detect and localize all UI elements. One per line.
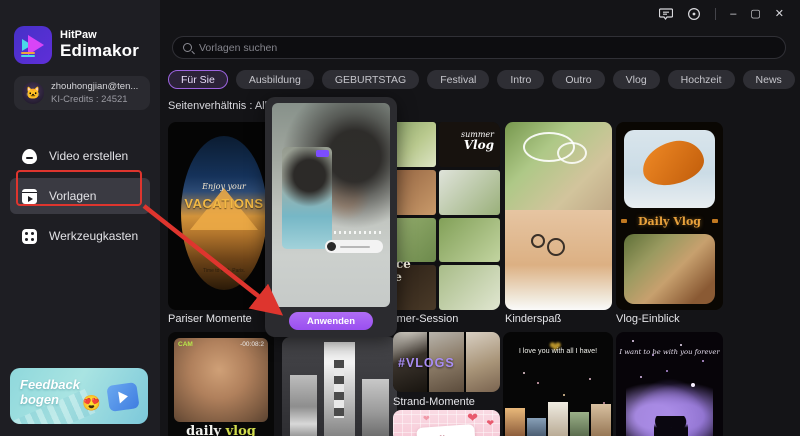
template-thumbnail: [174, 338, 268, 422]
template-thumbnail: [624, 130, 715, 208]
thumb-text: Enjoy your: [202, 182, 246, 191]
tab-festival[interactable]: Festival: [427, 70, 490, 89]
video-create-icon: [22, 148, 37, 164]
tab-hochzeit[interactable]: Hochzeit: [667, 70, 735, 89]
close-button[interactable]: ✕: [775, 8, 784, 20]
template-label-vlog-einblick: Vlog-Einblick: [616, 313, 680, 325]
minimize-button[interactable]: –: [730, 8, 736, 20]
thumb-text: -00:08:2: [240, 341, 264, 348]
avatar: 🐱: [22, 82, 44, 104]
feedback-banner-text: Feedback bogen: [20, 377, 80, 407]
thumb-text: summer Vlog: [461, 130, 494, 152]
tab-ausbildung[interactable]: Ausbildung: [235, 70, 314, 89]
music-disc-icon: [327, 242, 336, 251]
main-content: – ▢ ✕ Für Sie Ausbildung GEBURTSTAG Fest…: [160, 0, 800, 436]
template-card-i-love-you[interactable]: ❤ I love you with all I have!: [503, 332, 613, 436]
heart-icon: ❤: [423, 414, 430, 423]
template-card-rosa-herzen[interactable]: ❤ ❤ ❤ You: [393, 410, 500, 436]
template-preview-popup: Anwenden: [265, 97, 397, 337]
sidebar-item-label: Video erstellen: [49, 149, 129, 163]
thumb-text: Daily Vlog: [638, 215, 701, 228]
sidebar-item-label: Werkzeugkasten: [49, 229, 139, 243]
apply-button[interactable]: Anwenden: [289, 312, 373, 330]
thumb-text: Time to visit, Paris.: [202, 268, 246, 274]
lighthouse-photo: [334, 360, 344, 418]
thumb-text: You: [416, 424, 476, 436]
thumb-text: CAM: [178, 341, 193, 348]
brand: HitPaw Edimakor: [0, 0, 160, 64]
app-window: HitPaw Edimakor 🐱 zhouhongjian@ten... KI…: [0, 0, 800, 436]
tab-geburtstag[interactable]: GEBURTSTAG: [321, 70, 420, 89]
thumb-text: #VLOGS: [398, 356, 455, 370]
window-titlebar: – ▢ ✕: [160, 0, 800, 28]
tab-vlog[interactable]: Vlog: [612, 70, 660, 89]
sidebar-item-video-erstellen[interactable]: Video erstellen: [10, 138, 150, 174]
app-logo-icon: [14, 26, 52, 64]
template-card-daily-vlog[interactable]: CAM -00:08:2 daily vlog: [168, 332, 274, 436]
thumb-text: daily vlog: [186, 424, 256, 436]
search-icon: [183, 43, 192, 52]
template-card-vlog-einblick[interactable]: Daily Vlog: [616, 122, 723, 310]
heart-eyes-emoji-icon: 😍: [82, 395, 101, 412]
preview-inset-clip: [282, 147, 332, 249]
toolbox-icon: [22, 228, 37, 244]
template-card-pariser-momente[interactable]: Enjoy your VACATIONS Time to visit, Pari…: [168, 122, 280, 310]
tab-fuer-sie[interactable]: Für Sie: [168, 70, 228, 89]
template-label-strand: Strand-Momente: [393, 396, 475, 408]
audio-waveform: [334, 231, 382, 234]
music-bar: [325, 240, 383, 253]
couple-silhouette: [654, 416, 688, 436]
titlebar-separator: [715, 8, 717, 20]
aspect-ratio-label: Seitenverhältnis : Alle: [168, 100, 274, 112]
category-tabs: Für Sie Ausbildung GEBURTSTAG Festival I…: [168, 70, 800, 89]
account-email: zhouhongjian@ten...: [51, 81, 139, 92]
template-thumbnail: [505, 122, 612, 210]
template-label-kinder: Kinderspaß: [505, 313, 562, 325]
brand-product: Edimakor: [60, 41, 140, 60]
maximize-button[interactable]: ▢: [750, 8, 760, 20]
video-play-icon: [106, 382, 140, 412]
tab-news[interactable]: News: [742, 70, 795, 89]
account-credits: KI-Credits : 24521: [51, 94, 128, 105]
template-thumbnail: [181, 136, 267, 290]
tab-outro[interactable]: Outro: [552, 70, 605, 89]
hand-photo: [638, 136, 708, 190]
template-card-lila-herz[interactable]: I want to be with you forever: [616, 332, 723, 436]
settings-icon[interactable]: [687, 7, 701, 21]
feedback-bubble-icon[interactable]: [659, 7, 674, 21]
watermark-badge: [316, 150, 329, 157]
account-card[interactable]: 🐱 zhouhongjian@ten... KI-Credits : 24521: [14, 76, 150, 110]
template-card-leuchtturm[interactable]: [282, 337, 397, 436]
template-label-pariser: Pariser Momente: [168, 313, 252, 325]
heart-icon: ❤: [486, 418, 494, 428]
template-card-strand-momente[interactable]: #VLOGS: [393, 332, 500, 392]
sidebar-item-werkzeugkasten[interactable]: Werkzeugkasten: [10, 218, 150, 254]
thumb-text: VACATIONS: [184, 196, 264, 211]
thumb-text: I love you with all I have!: [518, 346, 598, 355]
brand-name: HitPaw: [60, 29, 97, 41]
drawn-glasses-doodle: [531, 234, 565, 256]
tab-intro[interactable]: Intro: [497, 70, 545, 89]
annotation-highlight-box: [16, 170, 142, 206]
thumb-text: I want to be with you forever: [619, 348, 720, 356]
template-thumbnail: [324, 342, 355, 436]
search-bar[interactable]: [172, 36, 786, 59]
template-thumbnail: [503, 398, 613, 436]
sidebar: HitPaw Edimakor 🐱 zhouhongjian@ten... KI…: [0, 0, 160, 436]
preview-video[interactable]: [272, 103, 390, 307]
feedback-banner[interactable]: Feedback bogen 😍: [10, 368, 148, 424]
search-input[interactable]: [199, 41, 775, 54]
template-card-kinderspass[interactable]: [505, 122, 612, 310]
